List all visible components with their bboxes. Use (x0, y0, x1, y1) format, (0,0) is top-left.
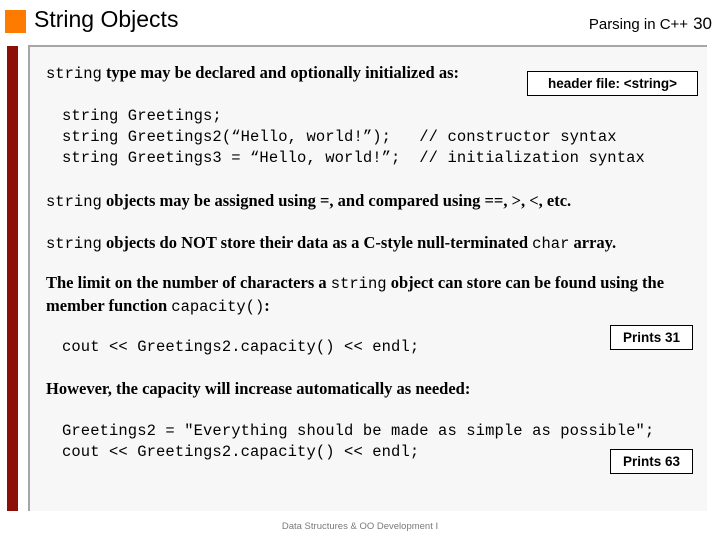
storage-code-word-2: char (532, 235, 570, 253)
slide-number: 30 (693, 14, 712, 33)
storage-text-after: array. (569, 233, 617, 252)
storage-text-before: objects do NOT store their data as a C-s… (101, 233, 533, 252)
header-course-label: Parsing in C++ 30 (589, 14, 712, 34)
assignment-code-word: string (46, 193, 102, 211)
title-bullet-square (5, 10, 26, 33)
code-line: Greetings2 = "Everything should be made … (62, 422, 655, 440)
slide-header: String Objects Parsing in C++ 30 (0, 0, 720, 40)
course-name: Parsing in C++ (588, 16, 689, 33)
limit-part1: The limit on the number of characters a (46, 273, 331, 292)
callout-prints-31: Prints 31 (610, 325, 693, 350)
intro-code-word: string (46, 65, 102, 83)
callout-header-file: header file: <string> (527, 71, 698, 96)
code-line: cout << Greetings2.capacity() << endl; (62, 443, 420, 461)
limit-paragraph: The limit on the number of characters a … (46, 272, 694, 318)
assignment-text: objects may be assigned using =, and com… (101, 191, 572, 210)
intro-line: string type may be declared and optional… (46, 62, 459, 85)
storage-code-word: string (46, 235, 102, 253)
left-accent-bar (7, 46, 18, 511)
code-line: cout << Greetings2.capacity() << endl; (62, 338, 420, 356)
page-title: String Objects (34, 6, 179, 32)
however-line: However, the capacity will increase auto… (46, 379, 471, 398)
storage-line: string objects do NOT store their data a… (46, 232, 616, 255)
code-line: string Greetings3 = “Hello, world!”; // … (62, 149, 645, 167)
limit-part3: : (264, 296, 270, 315)
limit-code-capacity: capacity() (171, 298, 265, 316)
footer-text: Data Structures & OO Development I (281, 521, 439, 532)
callout-prints-63: Prints 63 (610, 449, 693, 474)
code-line: string Greetings2(“Hello, world!”); // c… (62, 128, 617, 146)
assignment-line: string objects may be assigned using =, … (46, 190, 571, 213)
intro-text: type may be declared and optionally init… (101, 63, 460, 82)
code-line: string Greetings; (62, 107, 222, 125)
limit-code-string: string (330, 275, 387, 293)
